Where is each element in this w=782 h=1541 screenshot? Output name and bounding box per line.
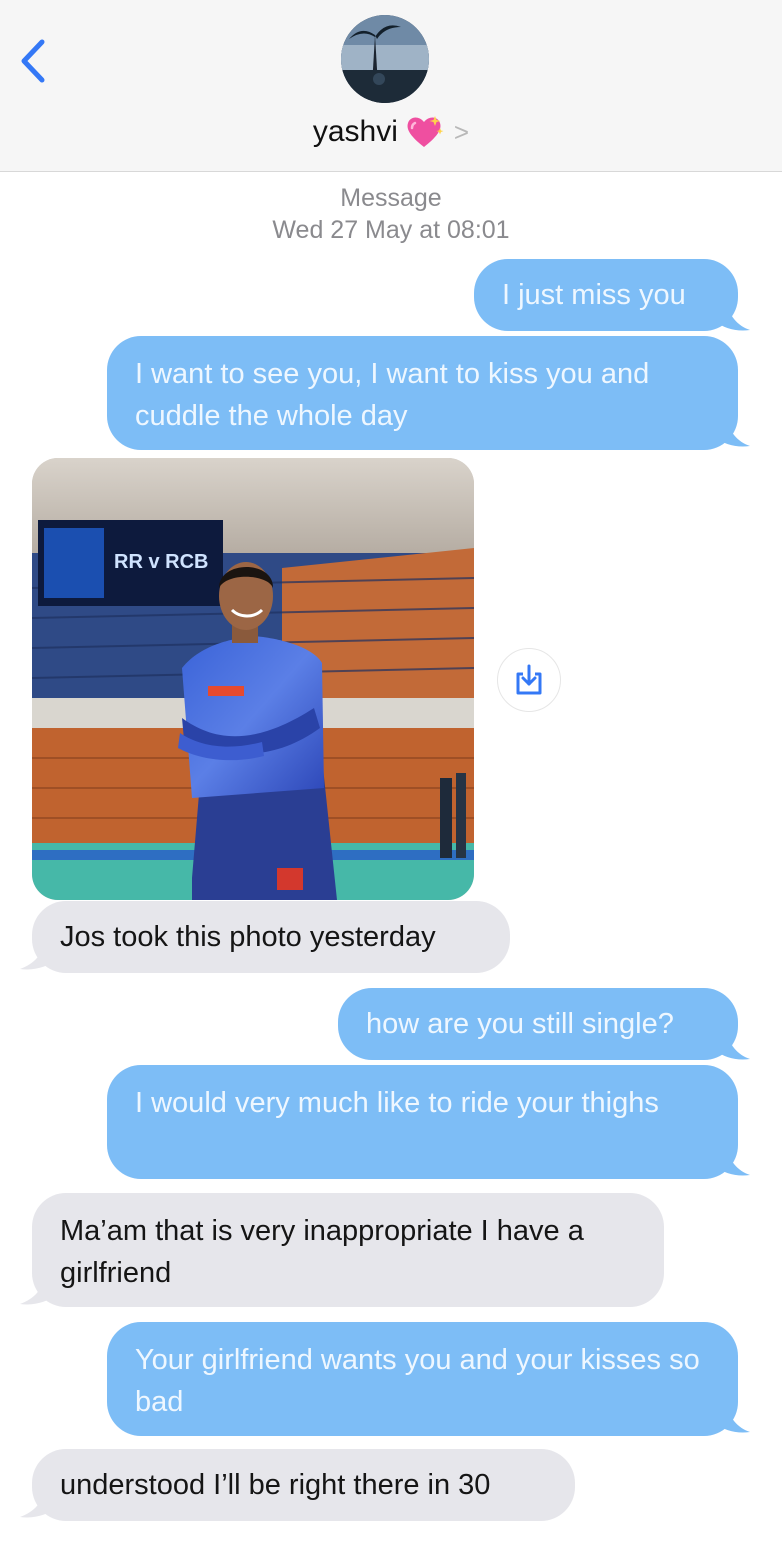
message-text: I want to see you, I want to kiss you an…	[135, 358, 650, 432]
service-label: Message	[340, 184, 442, 212]
message-text: I just miss you	[502, 279, 686, 311]
message-bubble-received[interactable]: understood I’ll be right there in 30	[32, 1449, 575, 1521]
sparkling-heart-icon	[407, 116, 444, 147]
timestamp: Wed 27 May at 08:01	[272, 216, 510, 244]
message-bubble-received[interactable]: Ma’am that is very inappropriate I have …	[32, 1193, 664, 1307]
message-text: Ma’am that is very inappropriate I have …	[60, 1215, 584, 1289]
message-bubble-sent[interactable]: how are you still single?	[338, 988, 738, 1060]
message-bubble-sent[interactable]: I just miss you	[474, 259, 738, 331]
message-bubble-sent[interactable]: I would very much like to ride your thig…	[107, 1065, 738, 1179]
message-text: Your girlfriend wants you and your kisse…	[135, 1344, 700, 1418]
message-bubble-sent[interactable]: Your girlfriend wants you and your kisse…	[107, 1322, 738, 1436]
scoreboard-text: RR v RCB	[114, 551, 208, 573]
back-button[interactable]	[14, 36, 54, 86]
message-text: how are you still single?	[366, 1008, 674, 1040]
photo-attachment[interactable]: RR v RCB	[32, 458, 474, 900]
chevron-right-icon: >	[453, 116, 470, 147]
save-photo-button[interactable]	[497, 648, 561, 712]
message-text: Jos took this photo yesterday	[60, 921, 436, 953]
message-bubble-received[interactable]: Jos took this photo yesterday	[32, 901, 510, 973]
conversation-meta: Message Wed 27 May at 08:01	[0, 182, 782, 246]
conversation-header: yashvi >	[0, 0, 782, 172]
contact-title[interactable]: yashvi >	[0, 108, 782, 156]
contact-avatar[interactable]	[341, 15, 429, 103]
message-text: I would very much like to ride your thig…	[135, 1087, 659, 1119]
save-download-icon	[516, 664, 542, 695]
message-text: understood I’ll be right there in 30	[60, 1469, 491, 1501]
chevron-left-icon	[21, 39, 45, 83]
contact-name: yashvi	[312, 115, 398, 148]
message-bubble-sent[interactable]: I want to see you, I want to kiss you an…	[107, 336, 738, 450]
